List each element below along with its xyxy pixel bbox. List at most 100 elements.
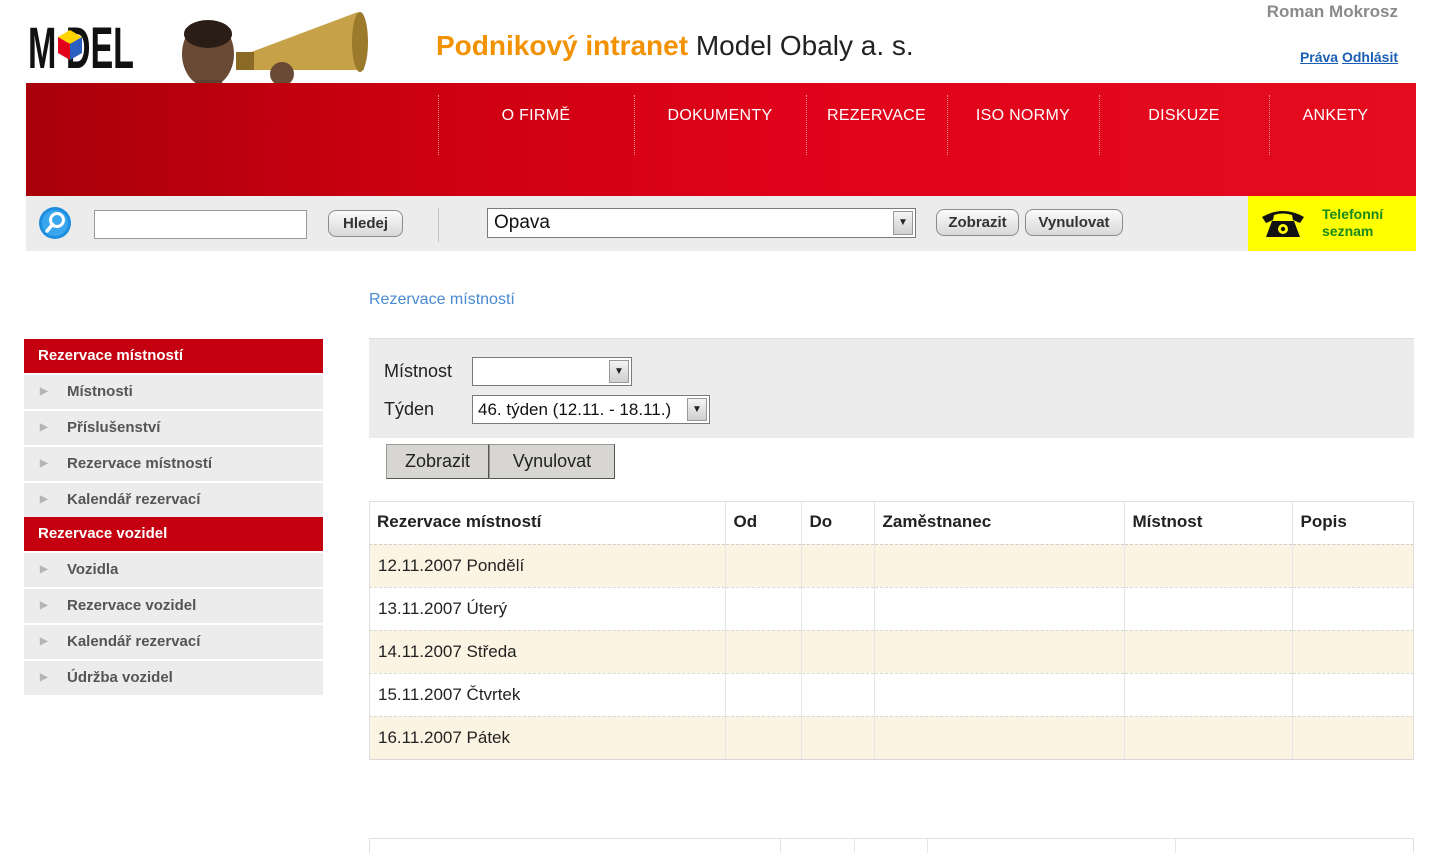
sidebar-item-label: Příslušenství	[67, 419, 161, 436]
logout-link[interactable]: Odhlásit	[1342, 49, 1398, 65]
phone-directory-label: Telefonní seznam	[1322, 206, 1383, 240]
table-cell	[725, 544, 802, 588]
column-divider	[927, 839, 928, 853]
nav-item-dokumenty[interactable]: DOKUMENTY	[634, 103, 806, 155]
sidebar-item-label: Rezervace místností	[67, 455, 213, 472]
search-input[interactable]	[94, 210, 307, 239]
table-cell	[874, 673, 1125, 717]
page: M DEL Podnikový intranet Model Obaly a. …	[0, 0, 1440, 853]
table-cell	[725, 716, 802, 760]
week-select-value: 46. týden (12.11. - 18.11.)	[478, 400, 672, 419]
search-icon[interactable]	[38, 206, 72, 240]
table-cell	[1292, 716, 1414, 760]
table-header-row: Rezervace místností Od Do Zaměstnanec Mí…	[369, 501, 1414, 545]
nav-item-o-firme[interactable]: O FIRMĚ	[438, 103, 634, 155]
sidebar-item-vehicle-calendar[interactable]: ▶ Kalendář rezervací	[24, 623, 323, 659]
week-select[interactable]: 46. týden (12.11. - 18.11.) ▼	[472, 395, 710, 424]
sidebar-item-vehicle-reservations[interactable]: ▶ Rezervace vozidel	[24, 587, 323, 623]
table-cell	[725, 630, 802, 674]
table-cell	[801, 673, 875, 717]
sidebar-item-vehicle-maintenance[interactable]: ▶ Údržba vozidel	[24, 659, 323, 695]
triangle-right-icon: ▶	[40, 458, 48, 469]
table-row[interactable]: 14.11.2007 Středa	[369, 630, 1414, 674]
table-cell	[1292, 544, 1414, 588]
table-cell	[1292, 630, 1414, 674]
site-title: Podnikový intranet Model Obaly a. s.	[436, 30, 914, 62]
table-cell	[801, 587, 875, 631]
location-select[interactable]: Opava ▼	[487, 208, 916, 238]
room-select[interactable]: ▼	[472, 357, 632, 386]
nav-item-iso-normy[interactable]: ISO NORMY	[947, 103, 1099, 155]
chevron-down-icon[interactable]: ▼	[687, 398, 707, 421]
table-cell	[1124, 673, 1293, 717]
telephone-icon	[1262, 211, 1304, 237]
column-header-description: Popis	[1292, 501, 1414, 545]
column-header-employee: Zaměstnanec	[874, 501, 1125, 545]
sidebar-item-label: Údržba vozidel	[67, 669, 173, 686]
sidebar-item-label: Místnosti	[67, 383, 133, 400]
reset-location-button[interactable]: Vynulovat	[1025, 209, 1123, 236]
rights-link[interactable]: Práva	[1300, 49, 1338, 65]
triangle-right-icon: ▶	[40, 422, 48, 433]
phone-directory-line1: Telefonní	[1322, 206, 1384, 222]
sidebar-item-room-calendar[interactable]: ▶ Kalendář rezervací	[24, 481, 323, 517]
table-cell	[1124, 716, 1293, 760]
search-bar: Hledej Opava ▼ Zobrazit Vynulovat Telefo…	[26, 196, 1416, 251]
nav-item-ankety[interactable]: ANKETY	[1269, 103, 1402, 155]
sidebar-item-label: Kalendář rezervací	[67, 491, 201, 508]
sidebar-section-rooms[interactable]: Rezervace místností	[24, 339, 323, 373]
toolbar-separator	[438, 208, 439, 242]
day-cell: 12.11.2007 Pondělí	[369, 544, 726, 588]
triangle-right-icon: ▶	[40, 564, 48, 575]
search-button[interactable]: Hledej	[328, 210, 403, 237]
sidebar-section-vehicles[interactable]: Rezervace vozidel	[24, 517, 323, 551]
site-title-company: Model Obaly a. s.	[695, 30, 914, 61]
location-select-value: Opava	[494, 212, 550, 233]
day-cell: 13.11.2007 Úterý	[369, 587, 726, 631]
triangle-right-icon: ▶	[40, 636, 48, 647]
phone-directory-line2: seznam	[1322, 223, 1374, 239]
table-row[interactable]: 16.11.2007 Pátek	[369, 716, 1414, 760]
column-header-room: Místnost	[1124, 501, 1293, 545]
triangle-right-icon: ▶	[40, 386, 48, 397]
table-cell	[1124, 544, 1293, 588]
sidebar-item-room-reservations[interactable]: ▶ Rezervace místností	[24, 445, 323, 481]
chevron-down-icon[interactable]: ▼	[893, 211, 913, 235]
table-cell	[874, 630, 1125, 674]
breadcrumb[interactable]: Rezervace místností	[369, 291, 515, 309]
filter-show-button[interactable]: Zobrazit	[386, 444, 489, 479]
filter-reset-button[interactable]: Vynulovat	[489, 444, 615, 479]
table-cell	[725, 587, 802, 631]
show-location-button[interactable]: Zobrazit	[936, 209, 1019, 236]
table-cell	[1292, 673, 1414, 717]
triangle-right-icon: ▶	[40, 600, 48, 611]
table-cell	[874, 716, 1125, 760]
table-cell	[801, 630, 875, 674]
user-name: Roman Mokrosz	[1266, 2, 1398, 21]
phone-directory-link[interactable]: Telefonní seznam	[1248, 196, 1416, 251]
user-links: Práva Odhlásit	[1300, 49, 1398, 65]
sidebar-item-label: Vozidla	[67, 561, 119, 578]
main-navigation: O FIRMĚ DOKUMENTY REZERVACE ISO NORMY DI…	[26, 83, 1416, 196]
sidebar-item-accessories[interactable]: ▶ Příslušenství	[24, 409, 323, 445]
table-row[interactable]: 13.11.2007 Úterý	[369, 587, 1414, 631]
nav-item-rezervace[interactable]: REZERVACE	[806, 103, 947, 155]
sidebar-item-rooms[interactable]: ▶ Místnosti	[24, 373, 323, 409]
day-cell: 14.11.2007 Středa	[369, 630, 726, 674]
table-cell	[1124, 630, 1293, 674]
triangle-right-icon: ▶	[40, 494, 48, 505]
nav-item-diskuze[interactable]: DISKUZE	[1099, 103, 1269, 155]
filter-panel: Místnost ▼ Týden 46. týden (12.11. - 18.…	[369, 338, 1414, 438]
column-divider	[1175, 839, 1176, 853]
sidebar: Rezervace místností ▶ Místnosti ▶ Přísluše…	[24, 339, 323, 695]
column-header-to: Do	[801, 501, 875, 545]
triangle-right-icon: ▶	[40, 672, 48, 683]
sidebar-item-label: Kalendář rezervací	[67, 633, 201, 650]
table-row[interactable]: 12.11.2007 Pondělí	[369, 544, 1414, 588]
table-cell	[1292, 587, 1414, 631]
table-cell	[1124, 587, 1293, 631]
table-row[interactable]: 15.11.2007 Čtvrtek	[369, 673, 1414, 717]
chevron-down-icon[interactable]: ▼	[609, 360, 629, 383]
column-divider	[780, 839, 781, 853]
sidebar-item-vehicles[interactable]: ▶ Vozidla	[24, 551, 323, 587]
